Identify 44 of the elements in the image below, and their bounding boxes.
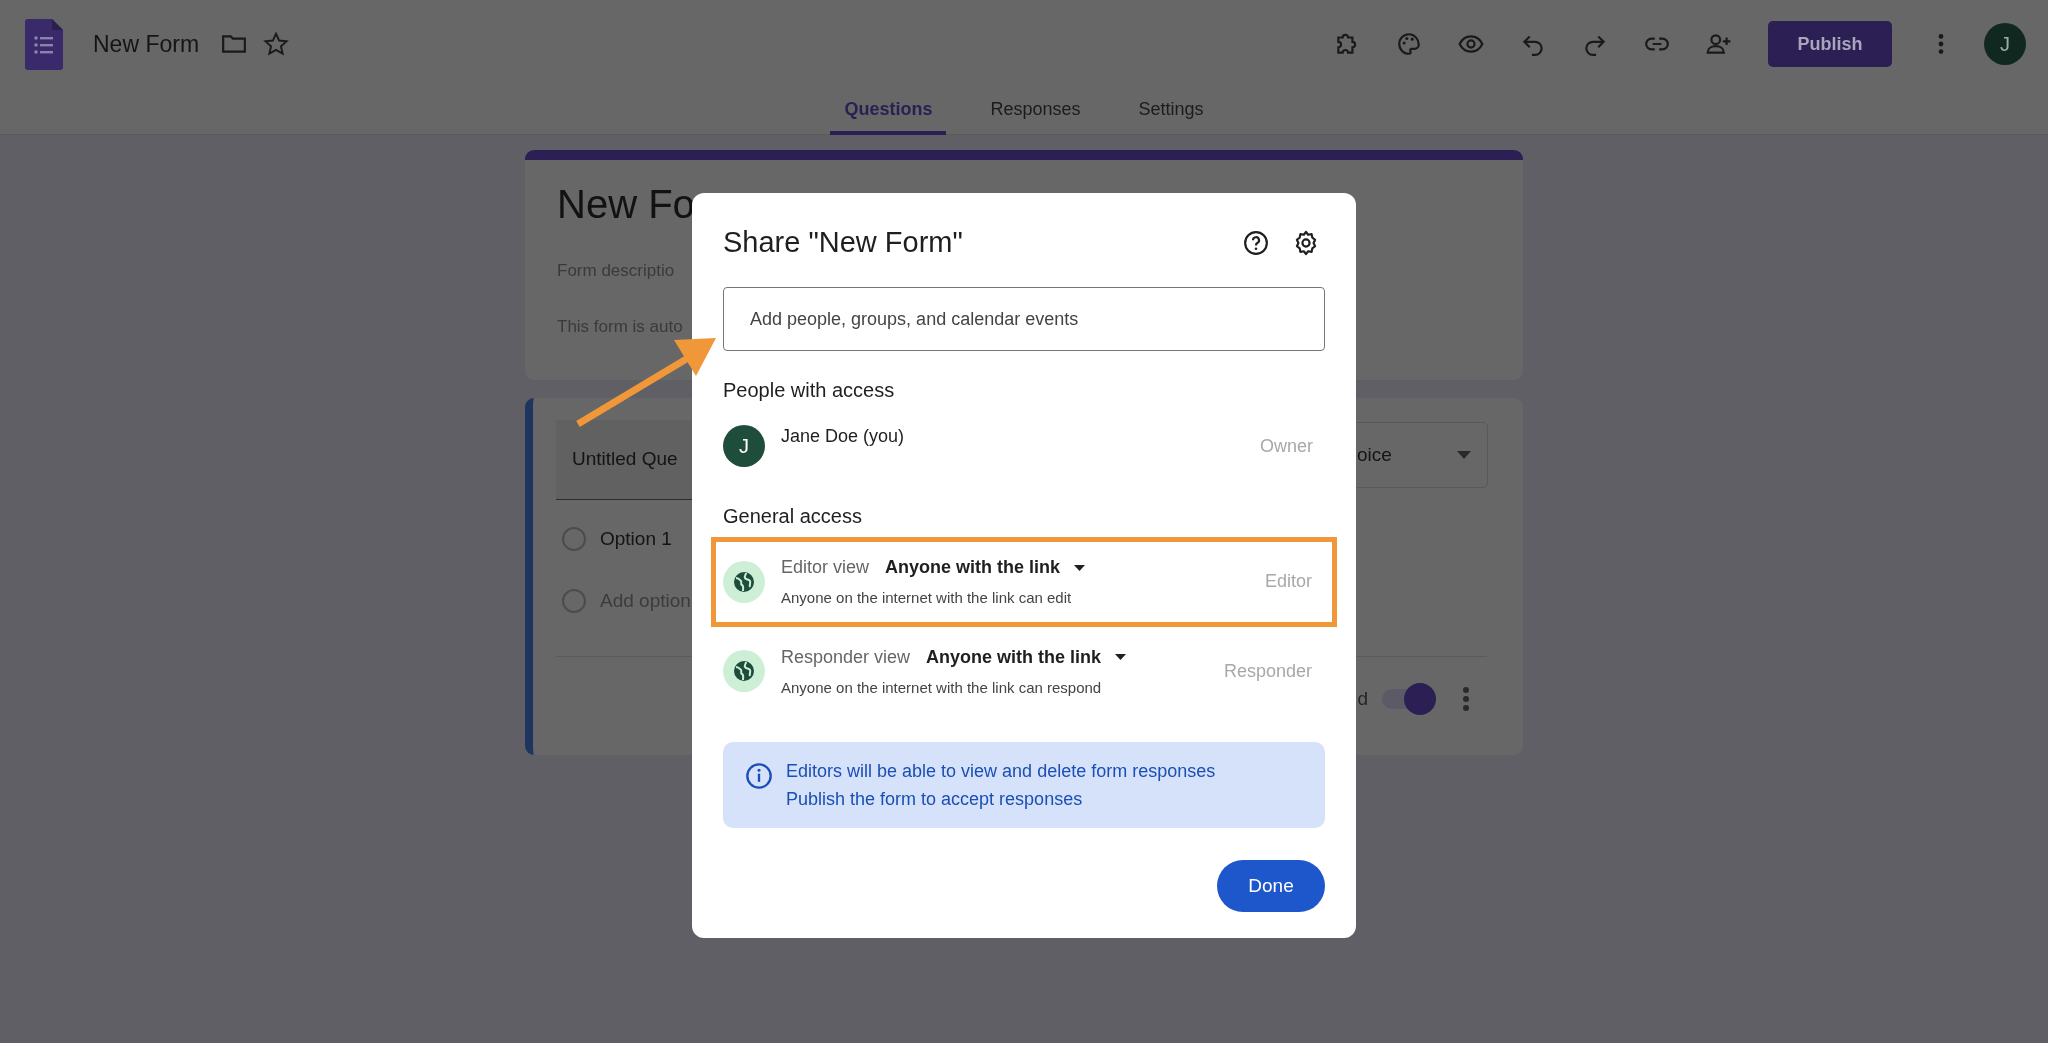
person-name: Jane Doe (you) xyxy=(781,424,905,448)
settings-icon[interactable] xyxy=(1293,230,1319,256)
info-icon xyxy=(745,762,773,790)
done-button[interactable]: Done xyxy=(1217,859,1325,912)
role-label: Responder xyxy=(1223,659,1312,683)
more-icon[interactable] xyxy=(1462,686,1470,712)
access-dropdown[interactable]: Anyone with the link xyxy=(885,554,1086,581)
caret-icon xyxy=(1115,654,1127,660)
tab[interactable]: Responses xyxy=(976,88,1095,135)
caret-icon xyxy=(1457,451,1471,459)
palette-icon[interactable] xyxy=(1396,31,1422,57)
person-avatar: J xyxy=(723,425,765,467)
add-people-field[interactable]: Add people, groups, and calendar events xyxy=(723,287,1325,351)
radio-button[interactable] xyxy=(562,589,586,613)
role-label: Owner xyxy=(1260,434,1313,458)
required-toggle[interactable] xyxy=(1382,683,1436,715)
access-view-label: Editor view xyxy=(781,556,870,579)
info-text: Publish the form to accept responses xyxy=(786,787,1084,811)
forms-logo-icon[interactable] xyxy=(25,18,63,70)
tab[interactable]: Settings xyxy=(1124,88,1218,135)
star-icon[interactable] xyxy=(263,31,290,57)
access-dropdown[interactable]: Anyone with the link xyxy=(926,643,1127,671)
access-description: Anyone on the internet with the link can edit xyxy=(781,588,1073,608)
required-label: d xyxy=(1357,686,1368,711)
globe-icon xyxy=(723,560,765,603)
tab[interactable]: Questions xyxy=(830,88,947,135)
account-avatar[interactable]: J xyxy=(1984,23,2026,65)
publish-button[interactable]: Publish xyxy=(1768,21,1892,67)
add-person-icon[interactable] xyxy=(1706,31,1732,57)
globe-icon xyxy=(723,650,765,693)
role-label: Editor xyxy=(1264,570,1312,594)
general-access-heading: General access xyxy=(723,504,863,529)
info-text: Editors will be able to view and delete form responses xyxy=(786,760,1216,783)
people-heading: People with access xyxy=(723,378,896,403)
help-icon[interactable] xyxy=(1243,230,1269,256)
access-description: Anyone on the internet with the link can respond xyxy=(781,677,1103,698)
radio-button[interactable] xyxy=(562,527,586,551)
form-title[interactable]: New Form xyxy=(93,26,200,62)
caret-icon xyxy=(1074,564,1086,571)
option-label: Option 1 xyxy=(600,526,672,551)
form-title-text: New Fo xyxy=(557,181,695,228)
access-view-label: Responder view xyxy=(781,645,911,669)
question-type-label: oice xyxy=(1357,442,1392,467)
dialog-title: Share "New Form" xyxy=(723,225,963,261)
